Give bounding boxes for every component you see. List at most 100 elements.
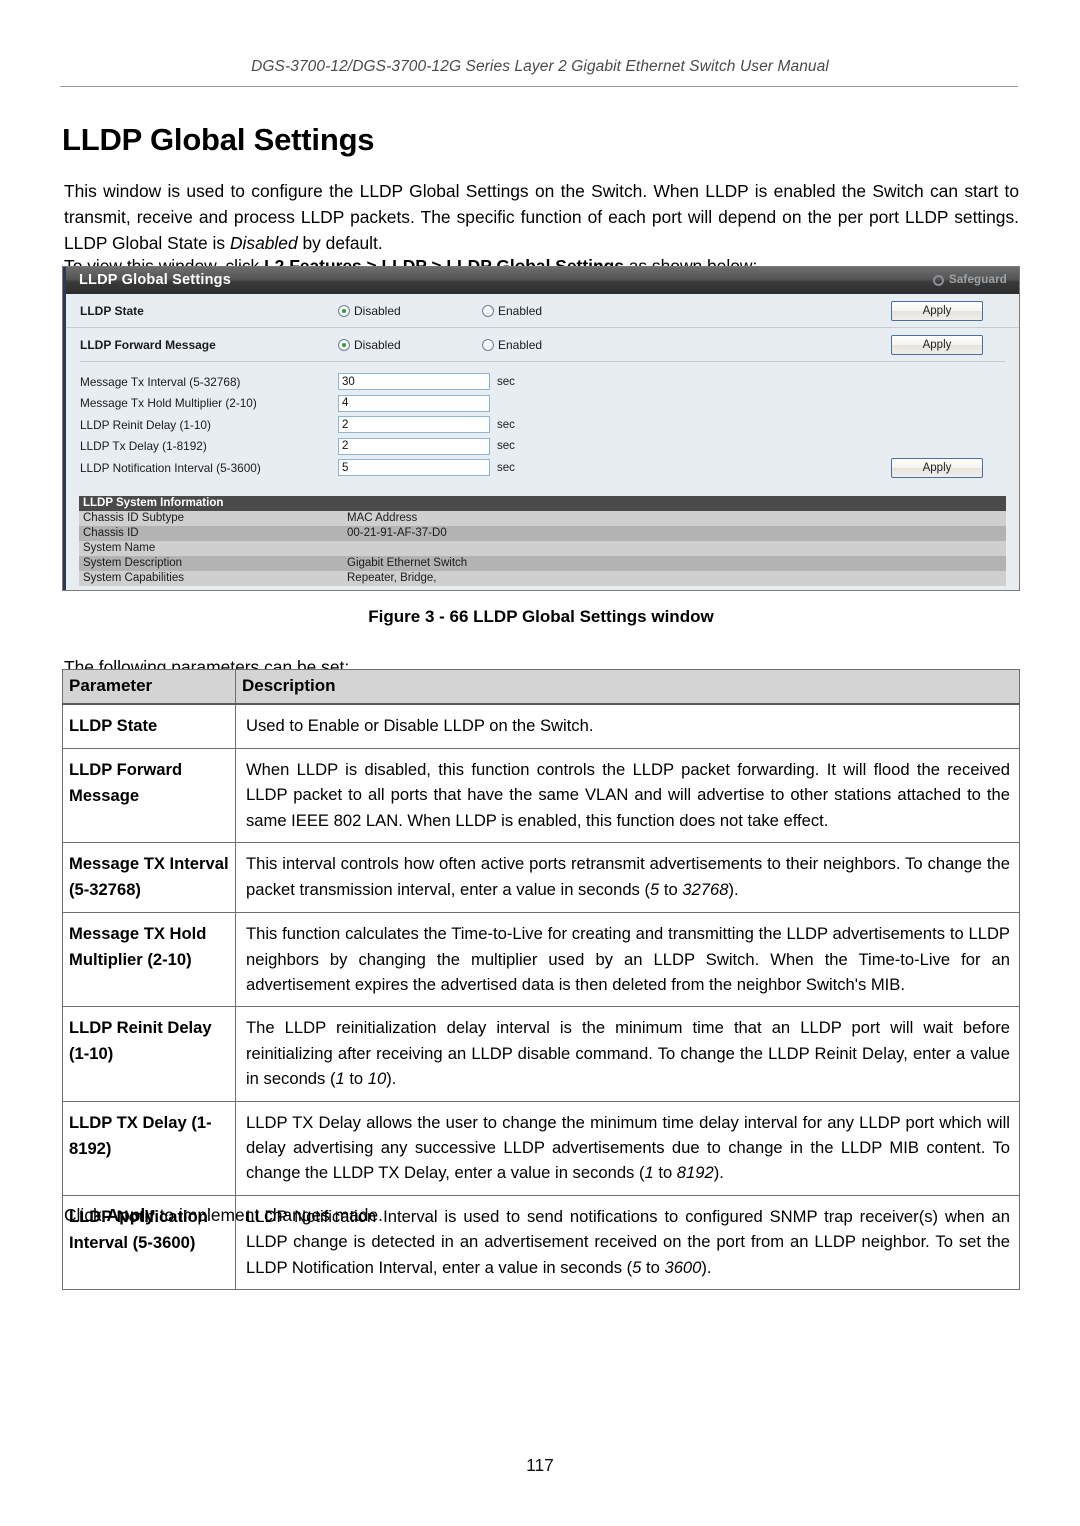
table-row: Message TX Interval (5-32768) This inter… — [62, 842, 1020, 914]
closing-text: Click Apply to implement changes made. — [64, 1203, 1019, 1229]
desc-text-end: ). — [701, 1257, 712, 1277]
desc-text-end: ). — [713, 1163, 724, 1183]
parameter-description: Used to Enable or Disable LLDP on the Sw… — [235, 703, 1020, 749]
desc-italic-max: 32768 — [682, 879, 729, 899]
lldp-forward-enabled-option[interactable]: Enabled — [482, 338, 542, 352]
system-capabilities-value: Repeater, Bridge, — [347, 572, 437, 584]
column-header-parameter: Parameter — [62, 669, 236, 705]
chassis-id-subtype-key: Chassis ID Subtype — [83, 512, 184, 524]
figure-caption: Figure 3 - 66 LLDP Global Settings windo… — [368, 607, 714, 626]
lldp-state-apply-button[interactable]: Apply — [891, 300, 983, 321]
lldp-system-information-table: LLDP System Information Chassis ID Subty… — [79, 496, 1006, 586]
lldp-tx-delay-label: LLDP Tx Delay (1-8192) — [80, 439, 207, 454]
system-capabilities-key: System Capabilities — [83, 572, 184, 584]
parameter-description-table: Parameter Description LLDP State Used to… — [62, 669, 1020, 1291]
timer-fields-section: Message Tx Interval (5-32768) sec Messag… — [66, 362, 1019, 487]
figure-inner: LLDP Global Settings Safeguard LLDP Stat… — [63, 267, 1019, 590]
radio-icon-selected[interactable] — [338, 304, 350, 317]
system-name-value — [347, 541, 1006, 556]
lldp-tx-delay-input[interactable] — [338, 437, 490, 455]
desc-text-mid: to — [653, 1163, 677, 1183]
lldp-notification-interval-input[interactable] — [338, 459, 490, 477]
parameter-name: Message TX Interval (5-32768) — [62, 842, 236, 914]
desc-text-mid: to — [641, 1257, 665, 1277]
safeguard-indicator: Safeguard — [932, 267, 1007, 294]
message-tx-hold-multiplier-row: Message Tx Hold Multiplier (2-10) — [66, 393, 1019, 415]
desc-text-mid: to — [659, 879, 683, 899]
closing-apply-label: Apply — [106, 1205, 155, 1226]
lldp-state-enabled-option[interactable]: Enabled — [482, 304, 542, 318]
intro-text-a: This window is used to configure the LLD… — [64, 181, 1019, 253]
radio-icon-unselected[interactable] — [482, 338, 494, 351]
desc-text-end: ). — [386, 1069, 397, 1089]
desc-text: When LLDP is disabled, this function con… — [246, 760, 1010, 830]
lldp-forward-message-row: LLDP Forward Message Disabled Enabled Ap… — [66, 327, 1019, 361]
desc-text: This function calculates the Time-to-Liv… — [246, 924, 1010, 995]
panel-title-label: LLDP Global Settings — [79, 272, 231, 288]
switch-ui-figure: LLDP Global Settings Safeguard LLDP Stat… — [62, 266, 1020, 591]
desc-text-end: ). — [728, 879, 739, 899]
lldp-state-disabled-option[interactable]: Disabled — [338, 304, 482, 318]
table-row: Chassis ID 00-21-91-AF-37-D0 — [79, 526, 1006, 541]
table-header-row: Parameter Description — [62, 669, 1020, 705]
lldp-reinit-delay-label: LLDP Reinit Delay (1-10) — [80, 417, 211, 432]
message-tx-interval-input[interactable] — [338, 373, 490, 391]
lldp-tx-delay-unit: sec — [497, 440, 515, 453]
chassis-id-value: 00-21-91-AF-37-D0 — [347, 527, 447, 539]
radio-icon-selected[interactable] — [338, 338, 350, 351]
desc-text-mid: to — [344, 1069, 368, 1089]
parameter-description: This function calculates the Time-to-Liv… — [235, 912, 1020, 1008]
header-rule — [60, 86, 1018, 87]
parameter-description: This interval controls how often active … — [235, 842, 1020, 914]
desc-italic-min: 5 — [649, 879, 660, 899]
column-header-description: Description — [235, 669, 1020, 705]
intro-text-italic: Disabled — [229, 232, 298, 253]
desc-italic-min: 1 — [335, 1069, 345, 1089]
lldp-reinit-delay-row: LLDP Reinit Delay (1-10) sec — [66, 414, 1019, 436]
parameter-description: When LLDP is disabled, this function con… — [235, 747, 1020, 844]
parameter-name: LLDP State — [62, 703, 236, 749]
table-row: LLDP State Used to Enable or Disable LLD… — [62, 703, 1020, 749]
system-description-key: System Description — [83, 557, 183, 569]
parameter-name: Message TX Hold Multiplier (2-10) — [62, 912, 236, 1008]
table-row: System Capabilities Repeater, Bridge, — [79, 571, 1006, 586]
page-title: LLDP Global Settings — [62, 121, 375, 157]
lldp-tx-delay-row: LLDP Tx Delay (1-8192) sec — [66, 436, 1019, 458]
chassis-id-key: Chassis ID — [83, 527, 139, 539]
lldp-forward-disabled-option[interactable]: Disabled — [338, 338, 482, 352]
lldp-forward-enabled-label: Enabled — [498, 337, 543, 352]
table-row: System Description Gigabit Ethernet Swit… — [79, 556, 1006, 571]
safeguard-label: Safeguard — [948, 274, 1007, 286]
parameter-description: LLDP TX Delay allows the user to change … — [235, 1100, 1020, 1196]
desc-italic-max: 8192 — [676, 1163, 714, 1183]
lldp-state-label: LLDP State — [80, 303, 144, 318]
lldp-state-row: LLDP State Disabled Enabled Apply — [66, 294, 1019, 327]
desc-text: LLDP TX Delay allows the user to change … — [246, 1112, 1010, 1183]
desc-italic-max: 10 — [367, 1069, 387, 1089]
desc-text: Used to Enable or Disable LLDP on the Sw… — [246, 716, 594, 735]
lldp-reinit-delay-unit: sec — [497, 418, 515, 431]
timers-apply-button[interactable]: Apply — [891, 458, 983, 478]
message-tx-hold-multiplier-input[interactable] — [338, 394, 490, 412]
message-tx-interval-unit: sec — [497, 375, 515, 388]
panel-title-bar: LLDP Global Settings Safeguard — [66, 267, 1019, 294]
lldp-forward-apply-button[interactable]: Apply — [891, 334, 983, 355]
parameter-name: LLDP Reinit Delay (1-10) — [62, 1006, 236, 1102]
desc-italic-max: 3600 — [664, 1257, 702, 1277]
lldp-reinit-delay-input[interactable] — [338, 416, 490, 434]
document-page: DGS-3700-12/DGS-3700-12G Series Layer 2 … — [0, 0, 1080, 1526]
system-information-title: LLDP System Information — [79, 496, 1006, 511]
lldp-notification-interval-unit: sec — [497, 461, 515, 474]
table-row: LLDP TX Delay (1-8192) LLDP TX Delay all… — [62, 1100, 1020, 1196]
parameter-name: LLDP TX Delay (1-8192) — [62, 1100, 236, 1196]
radio-icon-unselected[interactable] — [482, 304, 494, 317]
lldp-state-disabled-label: Disabled — [354, 303, 401, 318]
closing-text-b: to implement changes made. — [154, 1205, 383, 1226]
lldp-forward-disabled-label: Disabled — [354, 337, 401, 352]
message-tx-interval-label: Message Tx Interval (5-32768) — [80, 374, 241, 389]
system-description-value: Gigabit Ethernet Switch — [347, 557, 468, 569]
chassis-id-subtype-value: MAC Address — [347, 512, 418, 524]
intro-paragraph-1: This window is used to configure the LLD… — [64, 179, 1019, 256]
lldp-forward-message-label: LLDP Forward Message — [80, 337, 216, 352]
system-name-key: System Name — [83, 542, 156, 554]
